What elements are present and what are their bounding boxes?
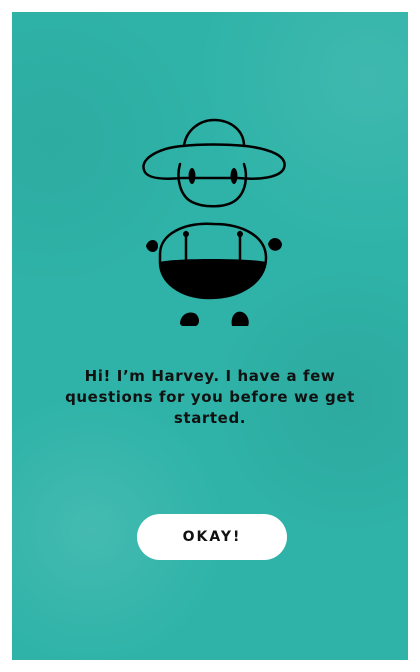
- okay-button[interactable]: OKAY!: [137, 514, 287, 560]
- intro-message: Hi! I’m Harvey. I have a few questions f…: [65, 367, 355, 427]
- onboarding-screen: Hi! I’m Harvey. I have a few questions f…: [12, 12, 408, 660]
- harvey-mascot-icon: [142, 118, 286, 326]
- background-texture: [12, 12, 408, 660]
